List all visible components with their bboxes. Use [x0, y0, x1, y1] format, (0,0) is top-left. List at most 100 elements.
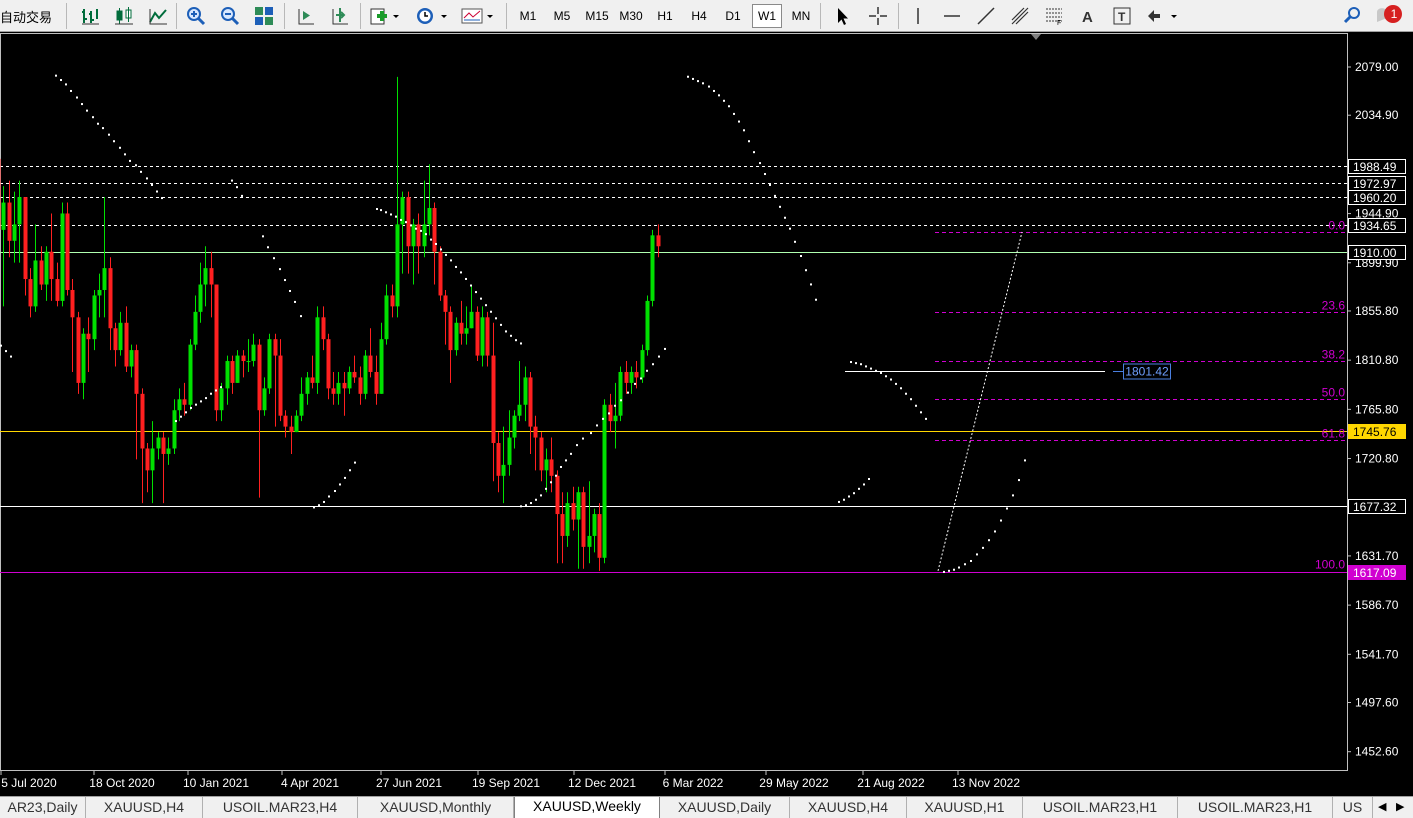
chart-canvas[interactable]: 0.0 23.6 38.2 50.0 61.8 100.0 1801.42 2079.00 20… — [0, 33, 1413, 795]
sar-dot — [390, 213, 392, 216]
sar-dot — [92, 116, 94, 119]
chart-tab[interactable]: USOIL.MAR23,H1 — [1178, 797, 1333, 818]
sar-dot — [410, 224, 412, 227]
text-label-icon[interactable]: T — [1110, 4, 1134, 28]
y-tick-label: 1765.80 — [1355, 402, 1399, 416]
trendline-icon[interactable] — [974, 4, 998, 28]
sar-dot — [470, 284, 472, 287]
sar-dot — [970, 559, 972, 562]
candle-body — [416, 224, 421, 247]
tile-windows-icon[interactable] — [252, 4, 276, 28]
chart-tab[interactable]: XAUUSD,Weekly — [514, 797, 660, 818]
svg-text:T: T — [1118, 10, 1126, 24]
auto-trade-button[interactable]: 自动交易 — [0, 4, 62, 28]
zoom-in-icon[interactable] — [184, 4, 208, 28]
cursor-icon[interactable] — [830, 4, 854, 28]
horizontal-line-icon[interactable] — [940, 4, 964, 28]
sar-dot — [140, 170, 142, 173]
bar-chart-icon[interactable] — [78, 4, 102, 28]
sar-dot — [430, 238, 432, 241]
sar-dot — [738, 120, 740, 123]
sar-dot — [880, 371, 882, 374]
sar-dot — [634, 382, 636, 385]
text-icon[interactable]: A — [1076, 4, 1100, 28]
candle-body — [102, 268, 107, 290]
timeframe-h1[interactable]: H1 — [650, 4, 680, 28]
candle-body — [358, 377, 363, 394]
candle-body — [113, 328, 118, 351]
line-chart-icon[interactable] — [146, 4, 170, 28]
sar-dot — [535, 498, 537, 501]
chart-tab[interactable]: XAUUSD,Monthly — [358, 797, 514, 818]
sar-dot — [920, 411, 922, 414]
sar-dot — [868, 477, 870, 480]
chart-tab[interactable]: XAUUSD,H4 — [790, 797, 907, 818]
chart-tab[interactable]: XAUUSD,H1 — [907, 797, 1023, 818]
sar-dot — [236, 186, 238, 189]
timeframe-m30[interactable]: M30 — [615, 4, 647, 28]
arrows-icon[interactable] — [1144, 4, 1180, 28]
sar-dot — [425, 233, 427, 236]
sar-dot — [652, 363, 654, 366]
chart-tab[interactable]: USOIL.MAR23,H4 — [203, 797, 358, 818]
toolbar-separator — [898, 3, 899, 29]
timeframe-m15[interactable]: M15 — [581, 4, 613, 28]
chart-tab[interactable]: XAUUSD,H4 — [86, 797, 203, 818]
candle-body — [76, 317, 81, 383]
channel-icon[interactable] — [1008, 4, 1032, 28]
sar-dot — [5, 350, 7, 353]
price-tag-label: 1972.97 — [1353, 177, 1397, 191]
candle-body — [129, 350, 134, 367]
sar-dot — [560, 465, 562, 468]
sar-dot — [86, 109, 88, 112]
price-chart[interactable]: 0.0 23.6 38.2 50.0 61.8 100.0 1801.42 2079.00 20… — [0, 33, 1413, 795]
sar-dot — [1012, 494, 1014, 497]
chart-tab[interactable]: XAUUSD,Daily — [660, 797, 790, 818]
sar-dot — [480, 297, 482, 300]
timeframe-h4[interactable]: H4 — [684, 4, 714, 28]
sar-dot — [815, 298, 817, 301]
sar-dot — [843, 498, 845, 501]
chart-shift-icon[interactable] — [328, 4, 352, 28]
timeframe-w1[interactable]: W1 — [752, 4, 782, 28]
sar-dot — [161, 197, 163, 200]
candlestick-icon[interactable] — [112, 4, 136, 28]
candle-body — [459, 322, 464, 334]
sar-dot — [982, 546, 984, 549]
vertical-line-icon[interactable] — [906, 4, 930, 28]
timeframe-m1[interactable]: M1 — [513, 4, 543, 28]
candle-body — [230, 361, 235, 383]
sar-dot — [231, 179, 233, 182]
main-toolbar: 自动交易 M1 M5 M15 M30 H1 H4 D1 W1 MN F A T … — [0, 0, 1413, 32]
sar-dot — [910, 398, 912, 401]
candle-body — [219, 388, 224, 411]
sar-dot — [753, 151, 755, 154]
candle-body — [432, 208, 437, 252]
timeframe-mn[interactable]: MN — [786, 4, 816, 28]
fibonacci-icon[interactable]: F — [1042, 4, 1066, 28]
sar-dot — [953, 568, 955, 571]
x-tick-label: 29 May 2022 — [759, 776, 829, 790]
tab-scroll-left-icon[interactable]: ◀ — [1378, 800, 1386, 813]
template-icon[interactable] — [460, 4, 496, 28]
tab-scroll-right-icon[interactable]: ▶ — [1396, 800, 1404, 813]
crosshair-icon[interactable] — [866, 4, 890, 28]
search-icon[interactable] — [1340, 4, 1364, 28]
chart-tab[interactable]: US — [1333, 797, 1373, 818]
timeframe-d1[interactable]: D1 — [718, 4, 748, 28]
chart-tab[interactable]: AR23,Daily — [0, 797, 86, 818]
auto-scroll-icon[interactable] — [294, 4, 318, 28]
fib-level-label: 23.6 — [1322, 299, 1346, 313]
sar-dot — [420, 229, 422, 232]
zoom-out-icon[interactable] — [218, 4, 242, 28]
chart-tab[interactable]: USOIL.MAR23,H1 — [1023, 797, 1178, 818]
timeframe-m5[interactable]: M5 — [547, 4, 577, 28]
sar-dot — [380, 209, 382, 212]
new-indicator-icon[interactable] — [368, 4, 402, 28]
sar-dot — [510, 334, 512, 337]
candle-body — [12, 224, 17, 241]
notification-icon[interactable]: 1 — [1372, 4, 1406, 28]
sar-dot — [810, 283, 812, 286]
period-clock-icon[interactable] — [414, 4, 450, 28]
sar-dot — [865, 365, 867, 368]
